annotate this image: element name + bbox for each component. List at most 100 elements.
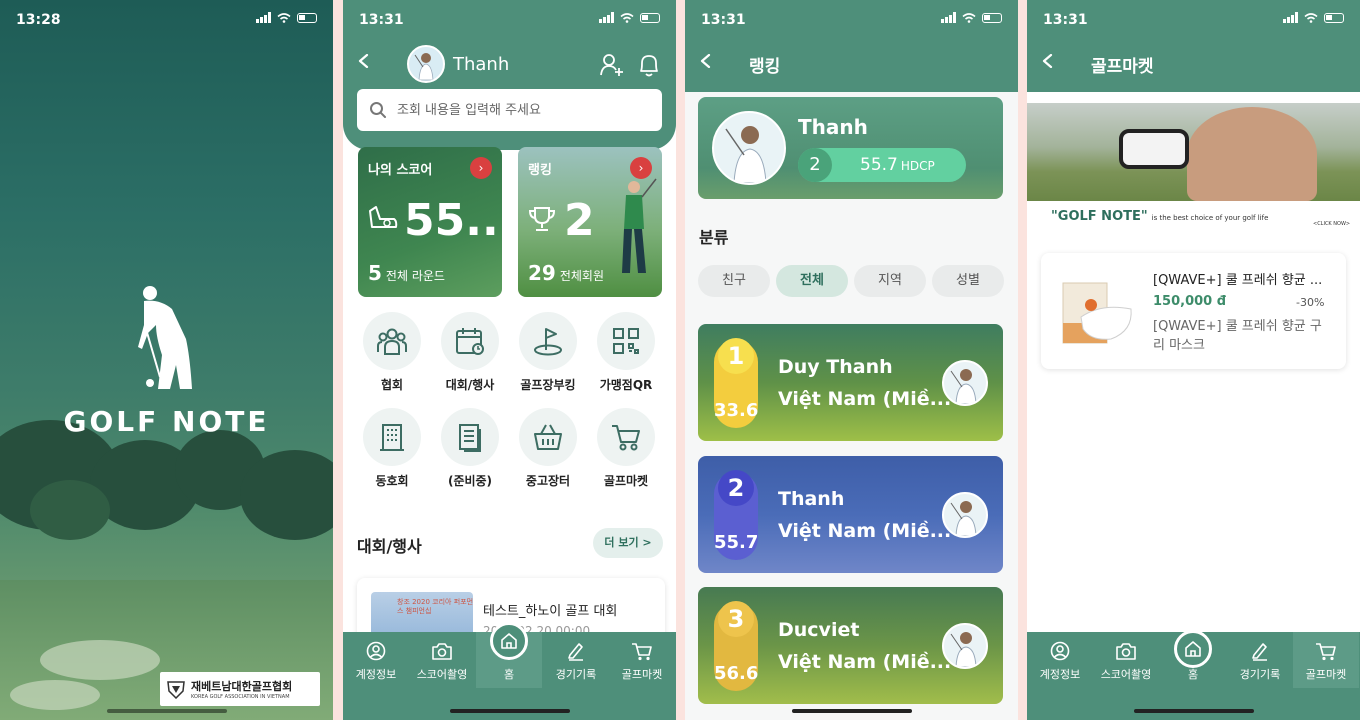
tab-home[interactable]: 홈 [1160, 630, 1226, 682]
ranking-row[interactable]: 3 56.6 Ducviet Việt Nam (Miề... [698, 587, 1003, 704]
product-discount: -30% [1296, 296, 1325, 309]
events-section-title: 대회/행사 [357, 537, 422, 556]
notification-bell-icon[interactable] [637, 52, 661, 78]
tab-label: 홈 [1187, 668, 1199, 681]
ranking-card[interactable]: 랭킹 › 2 29 전체회원 [518, 147, 662, 297]
calendar-icon [456, 328, 484, 355]
promo-banner[interactable]: "GOLF NOTE" is the best choice of your go… [1027, 103, 1360, 230]
golfer-logo-icon [138, 286, 192, 389]
bottom-tab-bar: 계정정보 스코어촬영 홈 경기기록 골프마켓 [343, 622, 676, 720]
banner-subtext: is the best choice of your golf life [1151, 214, 1269, 222]
ranking-row[interactable]: 2 55.7 Thanh Việt Nam (Miề... [698, 456, 1003, 573]
tab-golf-market[interactable]: 골프마켓 [1293, 632, 1359, 688]
page-title: 골프마켓 [1091, 57, 1154, 77]
rangefinder-image [1119, 129, 1189, 169]
menu-item-association[interactable]: 협회 [353, 312, 431, 393]
cart-icon [1316, 643, 1336, 661]
tab-home[interactable]: 홈 [476, 622, 542, 688]
score-value: 55... [404, 195, 502, 246]
rank-score: 56.6 [714, 663, 759, 684]
tab-game-record[interactable]: 경기기록 [1227, 640, 1293, 682]
my-hdcp-pill: 2 55.7 HDCP [798, 148, 966, 182]
user-avatar[interactable] [407, 45, 445, 83]
my-name: Thanh [798, 115, 868, 139]
signal-icon [256, 12, 271, 23]
menu-label: 대회/행사 [445, 378, 495, 392]
status-time: 13:28 [16, 12, 61, 28]
chip-region[interactable]: 지역 [854, 265, 926, 297]
player-avatar [942, 623, 988, 669]
status-time: 13:31 [1043, 12, 1088, 28]
home-icon [501, 633, 517, 649]
battery-icon [640, 12, 660, 23]
menu-item-golf-market[interactable]: 골프마켓 [587, 408, 665, 489]
my-score-card[interactable]: 나의 스코어 › 55... 5전체 라운드 [358, 147, 502, 297]
see-more-button[interactable]: 더 보기 > [593, 528, 663, 558]
my-ranking-card[interactable]: Thanh 2 55.7 HDCP [698, 97, 1003, 199]
app-brand-title: GOLF NOTE [63, 405, 270, 438]
home-indicator [106, 709, 227, 713]
camera-icon [1116, 643, 1136, 660]
player-name: Ducviet [778, 619, 860, 641]
tab-account[interactable]: 계정정보 [1027, 640, 1093, 682]
basket-icon [534, 424, 562, 450]
ranking-value: 2 [564, 195, 595, 246]
tab-label: 스코어촬영 [1100, 668, 1152, 681]
member-label: 전체회원 [559, 269, 605, 283]
golfer-avatar-icon [414, 53, 434, 81]
status-bar: 13:31 [685, 0, 1018, 40]
pencil-icon [1252, 643, 1267, 661]
home-button[interactable] [490, 622, 528, 660]
tab-game-record[interactable]: 경기기록 [543, 640, 609, 682]
bottom-tab-bar: 계정정보 스코어촬영 홈 경기기록 골프마켓 [1027, 630, 1360, 720]
menu-item-preparing[interactable]: (준비중) [431, 408, 509, 489]
back-arrow-icon[interactable] [699, 54, 713, 68]
wifi-icon [1304, 12, 1318, 23]
banner-click-now[interactable]: <CLICK NOW> [1313, 221, 1350, 227]
chip-friends[interactable]: 친구 [698, 265, 770, 297]
tab-score-capture[interactable]: 스코어촬영 [1093, 640, 1159, 682]
menu-label: 골프마켓 [603, 474, 649, 488]
back-arrow-icon[interactable] [1041, 54, 1055, 68]
home-button[interactable] [1174, 630, 1212, 668]
my-rank: 2 [798, 148, 832, 182]
chip-all[interactable]: 전체 [776, 265, 848, 297]
signal-icon [941, 12, 956, 23]
status-icons [256, 12, 317, 23]
rank-number: 2 [718, 470, 754, 506]
menu-item-events[interactable]: 대회/행사 [431, 312, 509, 393]
golfer-avatar-icon [725, 126, 767, 183]
product-card[interactable]: [QWAVE+] 쿨 프레쉬 향균 ... 150,000 đ -30% [QW… [1041, 253, 1346, 369]
tab-account[interactable]: 계정정보 [343, 640, 409, 682]
menu-item-merchant-qr[interactable]: 가맹점QR [587, 312, 665, 393]
player-country: Việt Nam (Miề... [778, 651, 952, 673]
search-input[interactable] [397, 102, 647, 118]
golfer-photo [622, 178, 657, 273]
search-icon [370, 102, 386, 118]
round-count: 5 [368, 261, 382, 285]
back-arrow-icon[interactable] [357, 54, 371, 68]
chip-gender[interactable]: 성별 [932, 265, 1004, 297]
golfer-avatar-icon [950, 632, 977, 667]
ranking-row[interactable]: 1 33.6 Duy Thanh Việt Nam (Miề... [698, 324, 1003, 441]
menu-item-used-market[interactable]: 중고장터 [509, 408, 587, 489]
tab-golf-market[interactable]: 골프마켓 [609, 640, 675, 682]
event-thumbnail-text: 창조 2020 코리아 퍼포먼스 챔피언십 [397, 598, 474, 615]
round-label: 전체 라운드 [385, 269, 445, 283]
score-card-go-button[interactable]: › [470, 157, 492, 179]
building-icon [380, 424, 404, 451]
tab-score-capture[interactable]: 스코어촬영 [409, 640, 475, 682]
menu-item-club[interactable]: 동호회 [353, 408, 431, 489]
battery-icon [1324, 12, 1344, 23]
tab-label: 홈 [503, 668, 515, 681]
hdcp-value: 55.7 [860, 155, 898, 175]
wifi-icon [962, 12, 976, 23]
search-bar[interactable] [357, 89, 662, 131]
screens-canvas: 13:28 GOLF NOTE 재베트남대한골프협회 KOREA GOLF AS… [0, 0, 1360, 720]
menu-item-golf-booking[interactable]: 골프장부킹 [509, 312, 587, 393]
status-bar: 13:28 [0, 0, 333, 40]
home-screen: 13:31 Thanh 나의 스코어 › 55... 5전체 라운드 [343, 0, 676, 720]
tab-label: 경기기록 [555, 668, 597, 681]
ranking-card-go-button[interactable]: › [630, 157, 652, 179]
add-friend-icon[interactable] [599, 52, 625, 78]
